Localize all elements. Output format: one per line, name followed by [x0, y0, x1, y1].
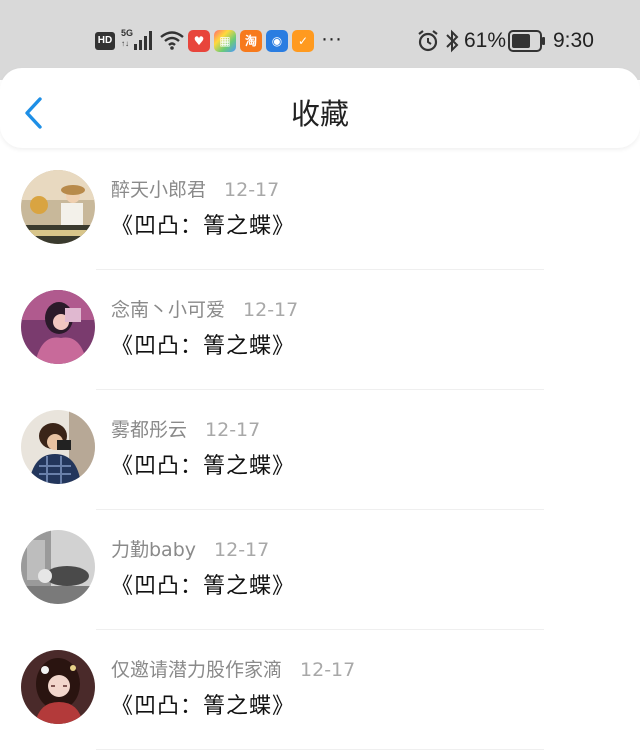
item-meta: 念南丶小可爱 12-17 — [111, 298, 298, 322]
bluetooth-icon — [446, 29, 459, 53]
username: 仅邀请潜力股作家滴 — [111, 659, 283, 681]
avatar[interactable] — [21, 650, 95, 724]
app-icon-red: ♥ — [188, 30, 210, 52]
alarm-icon — [418, 30, 438, 52]
favorites-list: 醉天小郎君 12-17 《凹凸：箐之蝶》 念南丶小可爱 12-17 《凹凸：箐之蝶》 — [0, 150, 640, 750]
item-meta: 力勤baby 12-17 — [111, 538, 269, 562]
list-item[interactable]: 醉天小郎君 12-17 《凹凸：箐之蝶》 — [0, 150, 640, 270]
item-meta: 醉天小郎君 12-17 — [111, 178, 279, 202]
battery-percent: 61% — [464, 29, 507, 52]
date: 12-17 — [224, 179, 280, 201]
battery-icon — [508, 30, 545, 52]
avatar[interactable] — [21, 530, 95, 604]
avatar[interactable] — [21, 410, 95, 484]
username: 念南丶小可爱 — [111, 299, 226, 321]
item-title[interactable]: 《凹凸：箐之蝶》 — [111, 332, 295, 362]
bulb-app-icon: ◉ — [266, 30, 288, 52]
app-icon-multicolor: ▦ — [214, 30, 236, 52]
wifi-icon — [160, 31, 184, 50]
item-title[interactable]: 《凹凸：箐之蝶》 — [111, 212, 295, 242]
item-title[interactable]: 《凹凸：箐之蝶》 — [111, 572, 295, 602]
item-meta: 雾都彤云 12-17 — [111, 418, 260, 442]
item-title[interactable]: 《凹凸：箐之蝶》 — [111, 452, 295, 482]
hd-badge: HD — [95, 32, 115, 50]
list-item[interactable]: 力勤baby 12-17 《凹凸：箐之蝶》 — [0, 510, 640, 630]
list-item[interactable]: 念南丶小可爱 12-17 《凹凸：箐之蝶》 — [0, 270, 640, 390]
item-meta: 仅邀请潜力股作家滴 12-17 — [111, 658, 355, 682]
item-title[interactable]: 《凹凸：箐之蝶》 — [111, 692, 295, 722]
date: 12-17 — [205, 419, 261, 441]
signal-icon — [134, 31, 152, 50]
avatar[interactable] — [21, 170, 95, 244]
list-item[interactable]: 仅邀请潜力股作家滴 12-17 《凹凸：箐之蝶》 — [0, 630, 640, 750]
more-notifications: ··· — [321, 27, 342, 50]
username: 醉天小郎君 — [111, 179, 207, 201]
avatar[interactable] — [21, 290, 95, 364]
app-icon-orange: ✓ — [292, 30, 314, 52]
username: 雾都彤云 — [111, 419, 188, 441]
taobao-app-icon: 淘 — [240, 30, 262, 52]
clock: 9:30 — [553, 29, 594, 52]
date: 12-17 — [300, 659, 356, 681]
username: 力勤baby — [111, 539, 197, 561]
network-type: 5G ↑↓ — [121, 28, 134, 48]
date: 12-17 — [243, 299, 299, 321]
list-item[interactable]: 雾都彤云 12-17 《凹凸：箐之蝶》 — [0, 390, 640, 510]
page-title: 收藏 — [290, 97, 349, 131]
date: 12-17 — [214, 539, 270, 561]
